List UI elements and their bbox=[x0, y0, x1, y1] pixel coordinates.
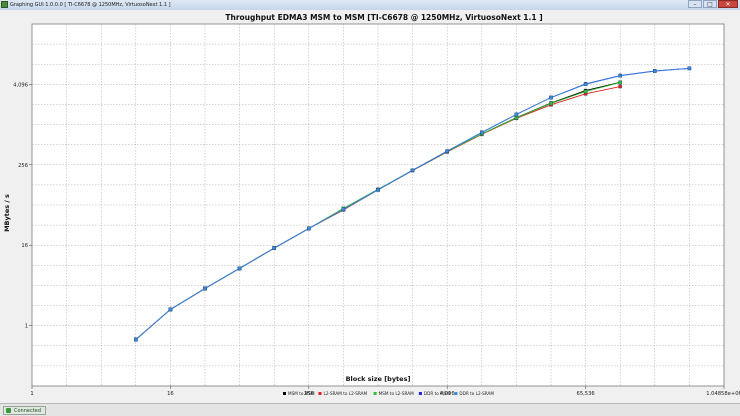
connection-status-text: Connected bbox=[14, 408, 41, 414]
data-point bbox=[480, 130, 484, 135]
data-point bbox=[307, 226, 311, 231]
data-point bbox=[237, 266, 242, 271]
data-point bbox=[272, 246, 276, 250]
data-point bbox=[583, 89, 588, 94]
data-point bbox=[514, 116, 519, 120]
data-point bbox=[203, 286, 207, 291]
data-point bbox=[376, 188, 380, 192]
x-tick-label: 16 bbox=[167, 391, 174, 397]
x-tick-label: 1 bbox=[30, 391, 33, 397]
status-bar: Connected bbox=[0, 403, 740, 416]
data-point bbox=[618, 74, 622, 78]
x-tick-label: 1.04858e+06 bbox=[706, 391, 740, 397]
connection-status: Connected bbox=[3, 406, 46, 415]
legend-label: MSM to L2-SRAM bbox=[379, 391, 415, 396]
app-icon bbox=[1, 1, 8, 8]
legend-item: L2-SRAM to L2-SRAM bbox=[318, 391, 368, 396]
y-axis-ticks: 1 16 256 4,096 bbox=[13, 82, 32, 330]
data-point bbox=[134, 337, 138, 342]
legend-label: DDR to MSM bbox=[424, 391, 450, 396]
legend-label: DDR to L2-SRAM bbox=[459, 391, 494, 396]
data-point bbox=[583, 82, 588, 87]
data-point bbox=[514, 112, 519, 117]
maximize-button[interactable]: □ bbox=[703, 0, 717, 8]
data-point bbox=[687, 66, 692, 71]
legend-label: MSM to MSM bbox=[288, 391, 315, 396]
legend-swatch bbox=[454, 392, 458, 395]
minimize-button[interactable]: – bbox=[688, 0, 702, 8]
data-point bbox=[410, 168, 415, 172]
x-tick-label: 65,536 bbox=[577, 391, 595, 397]
legend-swatch bbox=[373, 392, 377, 395]
legend-item: DDR to L2-SRAM bbox=[454, 391, 494, 396]
data-point bbox=[168, 307, 173, 312]
data-point bbox=[653, 69, 657, 73]
window-controls: – □ ✕ bbox=[688, 0, 738, 9]
chart-area: Throughput EDMA3 MSM to MSM [TI-C6678 @ … bbox=[0, 10, 740, 403]
legend-item: DDR to MSM bbox=[418, 391, 450, 396]
close-button[interactable]: ✕ bbox=[718, 0, 738, 8]
window-title: Graphing GUI 1.0.0.0 [ TI-C6678 @ 1250MH… bbox=[10, 2, 171, 8]
legend-label: L2-SRAM to L2-SRAM bbox=[324, 391, 368, 396]
data-point bbox=[618, 84, 622, 89]
y-tick-label: 256 bbox=[18, 163, 28, 169]
legend-item: MSM to L2-SRAM bbox=[373, 391, 415, 396]
chart-legend: MSM to MSM L2-SRAM to L2-SRAM MSM to L2-SR… bbox=[283, 391, 494, 396]
y-tick-label: 4,096 bbox=[13, 82, 28, 88]
legend-swatch bbox=[318, 392, 322, 395]
data-point bbox=[341, 207, 346, 212]
y-axis-label: MBytes / s bbox=[3, 194, 11, 232]
data-point bbox=[445, 149, 449, 153]
throughput-chart: Throughput EDMA3 MSM to MSM [TI-C6678 @ … bbox=[3, 13, 740, 397]
chart-title: Throughput EDMA3 MSM to MSM [TI-C6678 @ … bbox=[225, 13, 542, 22]
legend-item: MSM to MSM bbox=[283, 391, 315, 396]
data-point bbox=[618, 80, 622, 85]
data-point bbox=[549, 101, 553, 106]
y-tick-label: 16 bbox=[21, 243, 28, 249]
data-point bbox=[549, 95, 553, 100]
x-axis-label: Block size [bytes] bbox=[346, 375, 411, 383]
connected-icon bbox=[6, 408, 11, 413]
legend-swatch bbox=[418, 392, 422, 395]
y-tick-label: 1 bbox=[25, 324, 28, 330]
legend-swatch bbox=[283, 392, 286, 395]
